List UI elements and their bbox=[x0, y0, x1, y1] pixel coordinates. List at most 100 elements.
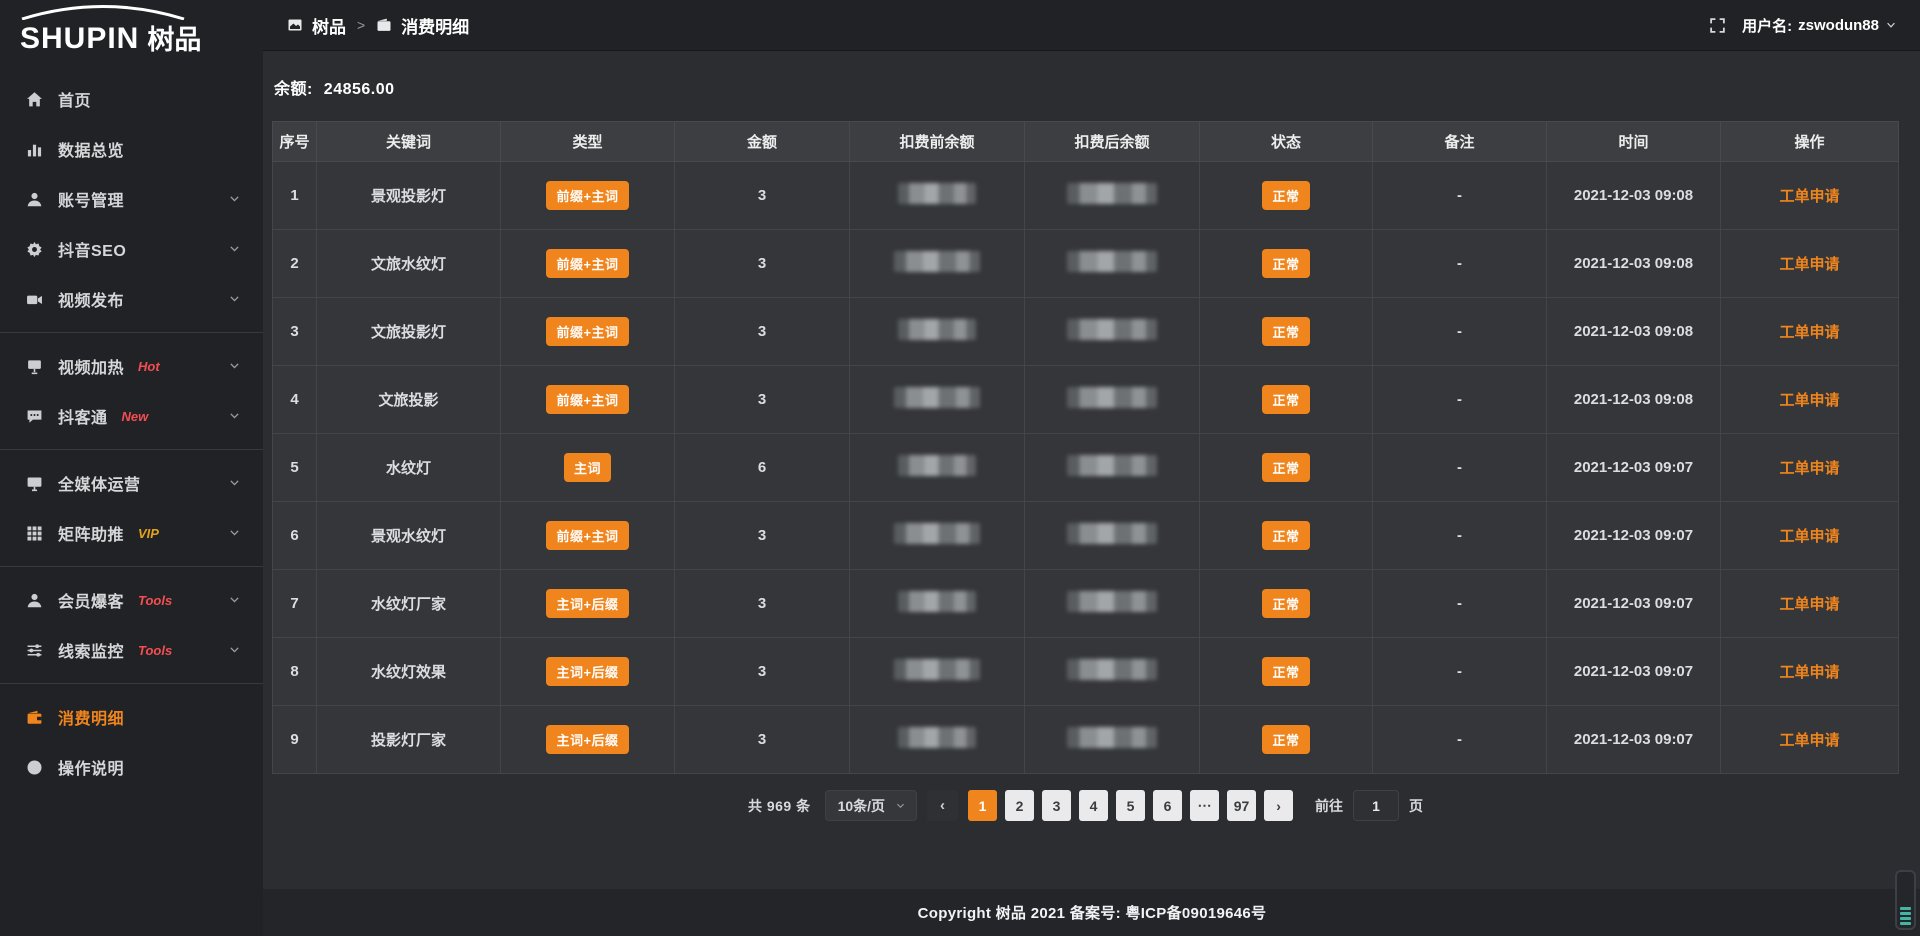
chevron-down-icon bbox=[895, 800, 906, 811]
masked-balance-after bbox=[1067, 523, 1157, 544]
work-order-link[interactable]: 工单申请 bbox=[1779, 324, 1839, 341]
app-root: SHUPIN 树品 首页 数据总览 账号管理 抖音SEO bbox=[0, 0, 1920, 936]
work-order-link[interactable]: 工单申请 bbox=[1779, 664, 1839, 681]
masked-balance-before bbox=[894, 387, 980, 408]
topbar-right: 用户名: zswodun88 bbox=[1709, 15, 1897, 36]
teal-stripe bbox=[1900, 922, 1911, 925]
cell-amount: 3 bbox=[675, 298, 850, 366]
page-button[interactable]: ⋯ bbox=[1190, 790, 1219, 821]
username-value: zswodun88 bbox=[1798, 17, 1879, 34]
cell-type: 前缀+主词 bbox=[501, 502, 675, 570]
sidebar-item-label: 视频发布 bbox=[58, 287, 124, 311]
work-order-link[interactable]: 工单申请 bbox=[1779, 732, 1839, 749]
masked-balance-after bbox=[1067, 659, 1157, 680]
cell-remark: - bbox=[1373, 230, 1547, 298]
fullscreen-icon[interactable] bbox=[1709, 17, 1726, 34]
cell-balance-before bbox=[850, 366, 1025, 434]
sidebar-divider bbox=[0, 449, 263, 450]
sidebar-item-media-operation[interactable]: 全媒体运营 bbox=[0, 458, 263, 508]
work-order-link[interactable]: 工单申请 bbox=[1779, 392, 1839, 409]
type-badge: 前缀+主词 bbox=[546, 385, 628, 414]
question-icon: ? bbox=[26, 759, 43, 776]
cell-type: 主词+后缀 bbox=[501, 706, 675, 774]
work-order-link[interactable]: 工单申请 bbox=[1779, 188, 1839, 205]
work-order-link[interactable]: 工单申请 bbox=[1779, 256, 1839, 273]
prev-page-button[interactable]: ‹ bbox=[927, 790, 958, 821]
sidebar-divider bbox=[0, 566, 263, 567]
sidebar-item-account[interactable]: 账号管理 bbox=[0, 174, 263, 224]
video-camera-icon bbox=[26, 291, 43, 308]
consumption-table: 序号 关键词 类型 金额 扣费前余额 扣费后余额 状态 备注 时间 操作 bbox=[272, 121, 1899, 774]
page-button[interactable]: 5 bbox=[1116, 790, 1145, 821]
breadcrumb-separator: > bbox=[355, 17, 367, 33]
status-badge: 正常 bbox=[1262, 317, 1309, 346]
cell-remark: - bbox=[1373, 366, 1547, 434]
cell-balance-after bbox=[1025, 638, 1200, 706]
sidebar-item-data-overview[interactable]: 数据总览 bbox=[0, 124, 263, 174]
sidebar-item-video-publish[interactable]: 视频发布 bbox=[0, 274, 263, 324]
logo-text-en: SHUPIN bbox=[20, 24, 139, 54]
page-button[interactable]: 1 bbox=[968, 790, 997, 821]
sidebar-item-consumption-detail[interactable]: 消费明细 bbox=[0, 692, 263, 742]
cell-action: 工单申请 bbox=[1721, 502, 1899, 570]
cell-balance-before bbox=[850, 162, 1025, 230]
header-time: 时间 bbox=[1547, 122, 1721, 162]
sidebar-item-label: 首页 bbox=[58, 87, 91, 111]
cell-index: 1 bbox=[273, 162, 317, 230]
chevron-down-icon bbox=[228, 359, 241, 372]
sidebar-item-lead-monitor[interactable]: 线索监控 Tools bbox=[0, 625, 263, 675]
page-size-value: 10条/页 bbox=[838, 796, 885, 816]
next-page-button[interactable]: › bbox=[1264, 790, 1293, 821]
sidebar-item-instructions[interactable]: ? 操作说明 bbox=[0, 742, 263, 792]
cell-action: 工单申请 bbox=[1721, 570, 1899, 638]
cell-keyword: 景观投影灯 bbox=[317, 162, 501, 230]
sidebar-item-member-blast[interactable]: 会员爆客 Tools bbox=[0, 575, 263, 625]
breadcrumb-item-home[interactable]: 树品 bbox=[312, 13, 346, 38]
sidebar-item-home[interactable]: 首页 bbox=[0, 74, 263, 124]
sidebar-item-douyin-seo[interactable]: 抖音SEO bbox=[0, 224, 263, 274]
masked-balance-before bbox=[898, 727, 976, 748]
chevron-down-icon bbox=[228, 409, 241, 422]
page-button[interactable]: 2 bbox=[1005, 790, 1034, 821]
table-row: 9 投影灯厂家 主词+后缀 3 正常 - 2021-12-03 09:07 工单… bbox=[273, 706, 1899, 774]
goto-page-input[interactable] bbox=[1353, 790, 1399, 821]
cell-type: 前缀+主词 bbox=[501, 298, 675, 366]
cell-amount: 3 bbox=[675, 502, 850, 570]
site-icon bbox=[287, 17, 303, 33]
page-size-select[interactable]: 10条/页 bbox=[825, 790, 917, 821]
chevron-down-icon bbox=[228, 476, 241, 489]
cell-keyword: 水纹灯厂家 bbox=[317, 570, 501, 638]
cell-status: 正常 bbox=[1200, 502, 1373, 570]
page-button[interactable]: 3 bbox=[1042, 790, 1071, 821]
cell-index: 5 bbox=[273, 434, 317, 502]
status-badge: 正常 bbox=[1262, 657, 1309, 686]
cell-status: 正常 bbox=[1200, 298, 1373, 366]
page-button[interactable]: 6 bbox=[1153, 790, 1182, 821]
cell-index: 3 bbox=[273, 298, 317, 366]
work-order-link[interactable]: 工单申请 bbox=[1779, 596, 1839, 613]
sidebar-item-video-heat[interactable]: 视频加热 Hot bbox=[0, 341, 263, 391]
page-button[interactable]: 4 bbox=[1079, 790, 1108, 821]
corner-scrollbar-widget[interactable] bbox=[1895, 870, 1916, 930]
sidebar-item-doukertong[interactable]: 抖客通 New bbox=[0, 391, 263, 441]
page-button[interactable]: 97 bbox=[1227, 790, 1256, 821]
sidebar-item-matrix-boost[interactable]: 矩阵助推 VIP bbox=[0, 508, 263, 558]
cell-remark: - bbox=[1373, 706, 1547, 774]
type-badge: 前缀+主词 bbox=[546, 521, 628, 550]
sidebar-item-label: 抖音SEO bbox=[58, 237, 126, 261]
type-badge: 主词 bbox=[564, 453, 611, 482]
user-icon bbox=[26, 191, 43, 208]
cell-amount: 6 bbox=[675, 434, 850, 502]
cell-balance-before bbox=[850, 706, 1025, 774]
username-label: 用户名: bbox=[1742, 15, 1792, 36]
work-order-link[interactable]: 工单申请 bbox=[1779, 528, 1839, 545]
cell-amount: 3 bbox=[675, 706, 850, 774]
cell-time: 2021-12-03 09:07 bbox=[1547, 502, 1721, 570]
user-menu[interactable]: 用户名: zswodun88 bbox=[1742, 15, 1897, 36]
work-order-link[interactable]: 工单申请 bbox=[1779, 460, 1839, 477]
table-row: 4 文旅投影 前缀+主词 3 正常 - 2021-12-03 09:08 工单申… bbox=[273, 366, 1899, 434]
chat-bubble-icon bbox=[26, 408, 43, 425]
sidebar-item-label: 账号管理 bbox=[58, 187, 124, 211]
cell-type: 前缀+主词 bbox=[501, 366, 675, 434]
balance: 余额: 24856.00 bbox=[274, 75, 1899, 99]
